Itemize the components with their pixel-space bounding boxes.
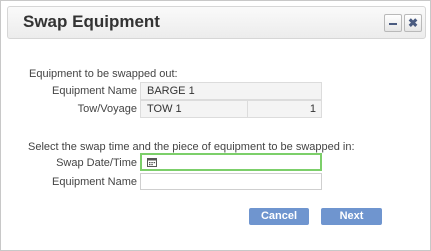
equipment-name-input[interactable] — [140, 173, 322, 190]
equipment-name-label: Equipment Name — [52, 85, 137, 97]
minimize-button[interactable] — [384, 14, 402, 32]
tow-voyage-label: Tow/Voyage — [77, 103, 137, 115]
close-icon: ✖ — [407, 16, 419, 30]
field-divider — [247, 101, 248, 117]
swap-in-heading: Select the swap time and the piece of eq… — [28, 141, 355, 153]
tow-value: TOW 1 — [147, 103, 182, 115]
calendar-icon[interactable] — [147, 157, 157, 167]
dialog-title: Swap Equipment — [23, 12, 160, 31]
dialog-titlebar: Swap Equipment ✖ — [7, 6, 426, 39]
swap-equipment-dialog: Swap Equipment ✖ Equipment to be swapped… — [0, 0, 431, 251]
tow-voyage-readonly: TOW 1 1 — [140, 100, 322, 118]
close-button[interactable]: ✖ — [404, 14, 422, 32]
next-button[interactable]: Next — [321, 208, 382, 225]
swap-datetime-label: Swap Date/Time — [56, 157, 137, 169]
equipment-name-in-label: Equipment Name — [52, 176, 137, 188]
swap-datetime-input[interactable] — [140, 153, 322, 171]
equipment-name-value: BARGE 1 — [147, 85, 195, 97]
minimize-icon — [389, 23, 397, 25]
swap-out-heading: Equipment to be swapped out: — [29, 68, 178, 80]
cancel-button[interactable]: Cancel — [249, 208, 309, 225]
equipment-name-readonly: BARGE 1 — [140, 82, 322, 100]
voyage-value: 1 — [309, 103, 316, 115]
